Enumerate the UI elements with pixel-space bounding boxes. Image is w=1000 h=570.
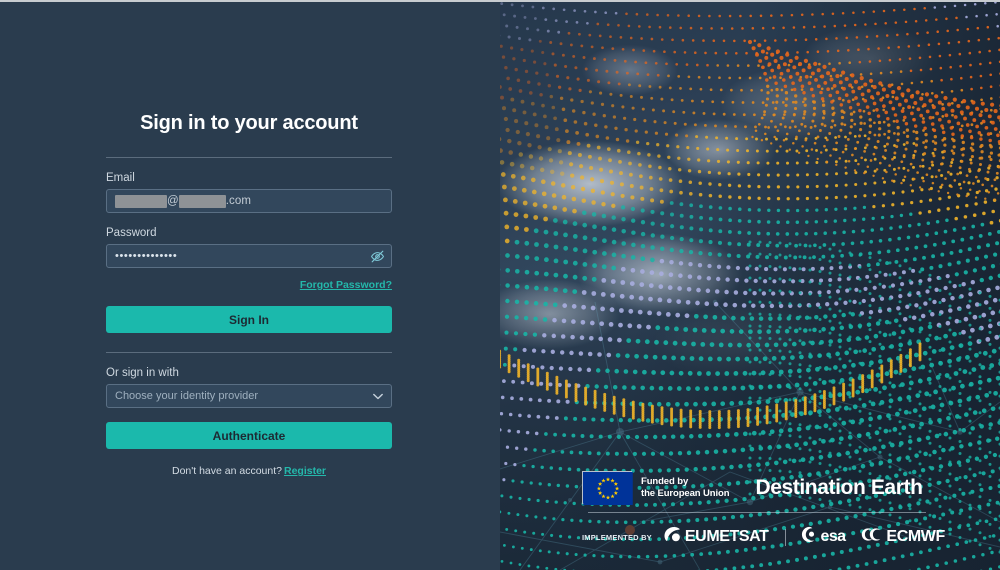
partner-logo-ecmwf: ECMWF: [861, 527, 945, 547]
partner-logo-esa: esa: [801, 526, 846, 548]
login-page: Sign in to your account Email @ .com Pass…: [0, 0, 1000, 570]
sign-in-button[interactable]: Sign In: [106, 306, 392, 333]
email-input[interactable]: @ .com: [106, 189, 392, 213]
or-sign-in-with-label: Or sign in with: [106, 367, 179, 379]
password-label: Password: [106, 227, 157, 239]
ecmwf-logo-icon: [861, 527, 883, 547]
eumetsat-logo-icon: [663, 526, 682, 548]
eye-slash-icon[interactable]: [369, 248, 385, 264]
signup-row: Don't have an account? Register: [106, 465, 392, 477]
email-redaction-domain: [178, 194, 226, 208]
logo-divider: [784, 528, 786, 546]
password-masked-value: ••••••••••••••: [115, 249, 178, 262]
password-input[interactable]: ••••••••••••••: [106, 244, 392, 268]
eu-funding-line-1: Funded by: [641, 476, 689, 487]
login-form: Sign in to your account Email @ .com Pass…: [106, 112, 392, 477]
signup-prompt: Don't have an account?: [171, 465, 282, 477]
register-link[interactable]: Register: [284, 465, 326, 477]
eu-funding-text: Funded by the European Union: [641, 476, 730, 499]
forgot-password-row: Forgot Password?: [106, 275, 392, 293]
hero-image-panel: Funded by the European Union Destination…: [500, 2, 1000, 570]
identity-provider-group: Or sign in with Choose your identity pro…: [106, 367, 392, 408]
implemented-by-label: IMPLEMENTED BY: [582, 532, 652, 542]
identity-provider-selected-label: Choose your identity provider: [115, 390, 259, 402]
login-panel: Sign in to your account Email @ .com Pass…: [0, 2, 500, 570]
page-title: Sign in to your account: [140, 112, 358, 134]
password-field-group: Password ••••••••••••••: [106, 227, 392, 268]
identity-provider-select[interactable]: Choose your identity provider: [106, 384, 392, 408]
form-divider-top: [106, 157, 392, 158]
forgot-password-link[interactable]: Forgot Password?: [300, 279, 392, 291]
email-tld: .com: [225, 195, 252, 207]
branding-row: Funded by the European Union Destination…: [582, 471, 932, 505]
form-divider-middle: [106, 352, 392, 353]
esa-label: esa: [820, 528, 847, 545]
email-label: Email: [106, 172, 135, 184]
partner-logo-eumetsat: EUMETSAT: [663, 526, 769, 548]
email-field-group: Email @ .com: [106, 172, 392, 213]
eu-funding-line-2: the European Union: [641, 487, 730, 499]
authenticate-button[interactable]: Authenticate: [106, 422, 392, 449]
email-redaction-local: [115, 194, 167, 208]
programme-title: Destination Earth: [755, 475, 923, 499]
chevron-down-icon: [373, 391, 383, 401]
ecmwf-label: ECMWF: [886, 528, 945, 545]
email-at-symbol: @: [167, 195, 179, 207]
esa-logo-icon: [801, 526, 818, 548]
eumetsat-label: EUMETSAT: [684, 528, 769, 545]
eu-flag-icon: [582, 471, 633, 505]
implemented-by-row: IMPLEMENTED BY EUMETSAT esa ECMWF: [582, 526, 961, 548]
branding-separator: [588, 512, 926, 513]
